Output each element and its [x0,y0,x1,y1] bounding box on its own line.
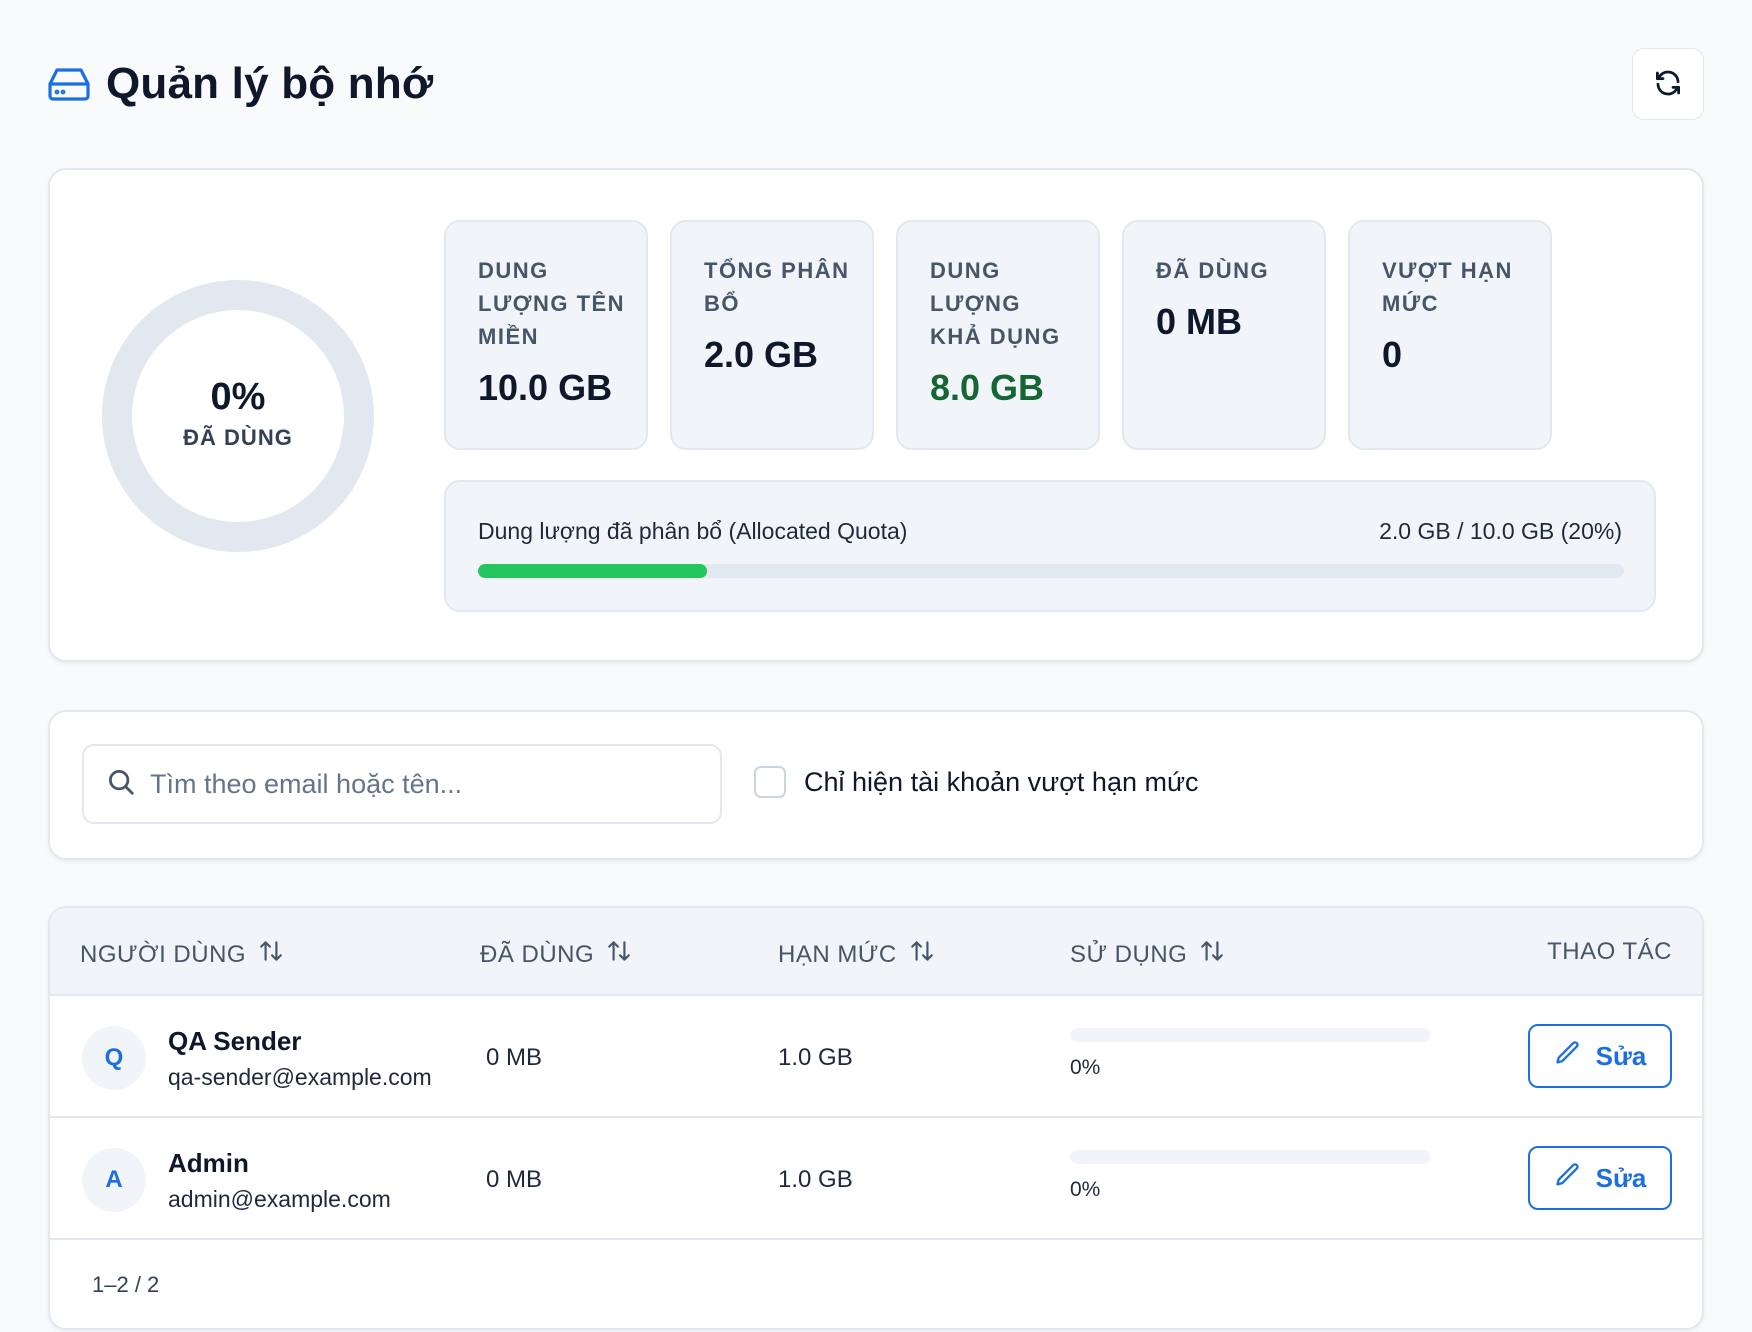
sort-icon [909,938,935,971]
refresh-button[interactable] [1632,48,1704,120]
table-row: A Admin admin@example.com 0 MB 1.0 GB 0%… [50,1118,1702,1240]
filter-card: Chỉ hiện tài khoản vượt hạn mức [48,710,1704,860]
avatar: Q [82,1026,146,1090]
stat-label: DUNG LƯỢNG KHẢ DỤNG [930,258,1061,349]
page-title-group: Quản lý bộ nhớ [48,59,433,109]
column-header-label: ĐÃ DÙNG [480,940,595,968]
stat-label: VƯỢT HẠN MỨC [1382,258,1513,316]
page-header: Quản lý bộ nhớ [48,48,1704,120]
stat-label: DUNG LƯỢNG TÊN MIỀN [478,258,626,349]
column-header-user[interactable]: NGƯỜI DÙNG [80,938,284,971]
stat-value: 8.0 GB [930,367,1045,408]
stat-over-quota: VƯỢT HẠN MỨC 0 [1348,220,1552,450]
used-cell: 0 MB [486,1044,543,1071]
stat-value: 2.0 GB [704,334,819,375]
used-cell: 0 MB [486,1166,543,1193]
search-icon [106,767,136,802]
edit-button[interactable]: Sửa [1528,1024,1672,1088]
stat-value: 0 [1382,334,1403,375]
allocated-quota-progress-fill [478,564,708,578]
column-header-label: NGƯỜI DÙNG [80,940,247,968]
stat-value: 0 MB [1156,301,1243,342]
pencil-icon [1554,1039,1582,1074]
edit-button-label: Sửa [1595,1162,1647,1193]
allocated-quota-value: 2.0 GB / 10.0 GB (20%) [1379,518,1622,544]
stat-available-capacity: DUNG LƯỢNG KHẢ DỤNG 8.0 GB [896,220,1100,450]
stat-label: TỔNG PHÂN BỔ [704,258,850,316]
pagination-info: 1–2 / 2 [92,1272,160,1297]
avatar: A [82,1148,146,1212]
donut-caption: ĐÃ DÙNG [183,424,293,450]
sort-icon [1199,938,1225,971]
donut-center: 0% ĐÃ DÙNG [102,280,374,552]
page-title: Quản lý bộ nhớ [106,59,434,108]
hard-drive-icon [48,67,90,101]
allocated-quota-progress [478,564,1624,578]
column-header-actions: THAO TÁC [1547,938,1672,966]
usage-progress [1070,1028,1430,1042]
stat-label: ĐÃ DÙNG [1156,258,1270,283]
overquota-checkbox[interactable] [754,766,786,798]
column-header-used[interactable]: ĐÃ DÙNG [480,938,632,971]
overquota-filter[interactable]: Chỉ hiện tài khoản vượt hạn mức [754,766,1199,798]
donut-percent: 0% [210,375,266,418]
user-name: QA Sender [168,1026,302,1056]
quota-cell: 1.0 GB [778,1166,853,1193]
stat-domain-capacity: DUNG LƯỢNG TÊN MIỀN 10.0 GB [444,220,648,450]
stat-total-allocated: TỔNG PHÂN BỔ 2.0 GB [670,220,874,450]
storage-summary-card: 0% ĐÃ DÙNG DUNG LƯỢNG TÊN MIỀN 10.0 GB T… [48,168,1704,662]
usage-percent: 0% [1070,1056,1101,1079]
sort-icon [258,938,284,971]
edit-button[interactable]: Sửa [1528,1146,1672,1210]
table-row: Q QA Sender qa-sender@example.com 0 MB 1… [50,996,1702,1118]
column-header-quota[interactable]: HẠN MỨC [778,938,935,971]
allocated-quota-label: Dung lượng đã phân bổ (Allocated Quota) [478,518,908,544]
usage-progress [1070,1150,1430,1164]
column-header-label: SỬ DỤNG [1070,940,1188,968]
stat-used: ĐÃ DÙNG 0 MB [1122,220,1326,450]
allocated-quota-panel: Dung lượng đã phân bổ (Allocated Quota) … [444,480,1656,612]
usage-donut: 0% ĐÃ DÙNG [102,280,374,552]
users-table: NGƯỜI DÙNG ĐÃ DÙNG HẠN MỨC SỬ DỤNG THAO … [48,906,1704,1330]
column-header-label: HẠN MỨC [778,940,897,968]
refresh-icon [1653,68,1683,101]
search-input[interactable] [150,768,710,800]
search-box[interactable] [82,744,722,824]
column-header-usage[interactable]: SỬ DỤNG [1070,938,1225,971]
stat-value: 10.0 GB [478,367,613,408]
sort-icon [606,938,632,971]
pencil-icon [1554,1161,1582,1196]
column-header-label: THAO TÁC [1547,938,1672,965]
overquota-checkbox-label: Chỉ hiện tài khoản vượt hạn mức [804,766,1199,797]
usage-percent: 0% [1070,1178,1101,1201]
quota-cell: 1.0 GB [778,1044,853,1071]
user-email: admin@example.com [168,1186,391,1212]
edit-button-label: Sửa [1595,1040,1647,1071]
user-name: Admin [168,1148,249,1178]
table-header: NGƯỜI DÙNG ĐÃ DÙNG HẠN MỨC SỬ DỤNG THAO … [50,908,1702,996]
user-email: qa-sender@example.com [168,1064,432,1090]
